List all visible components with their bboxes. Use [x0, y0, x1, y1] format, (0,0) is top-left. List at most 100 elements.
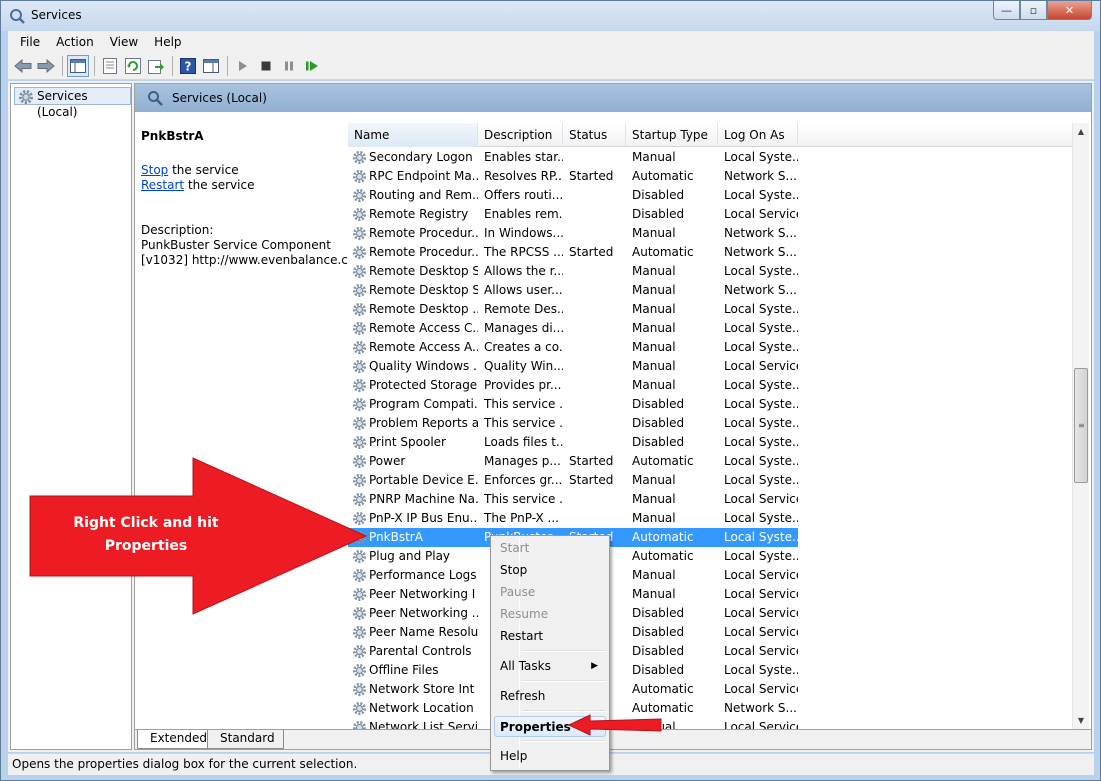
cell-status: [563, 148, 626, 167]
properties-button[interactable]: [99, 55, 121, 77]
cell-status: [563, 509, 626, 528]
scroll-up-arrow-icon[interactable]: ▲: [1073, 123, 1089, 140]
menu-file[interactable]: File: [12, 35, 48, 49]
close-button[interactable]: ✕: [1047, 1, 1092, 20]
table-row[interactable]: Program Compati... This service ... Disabl…: [348, 395, 1075, 414]
cell-name-text: Remote Registry: [369, 207, 469, 221]
pause-service-button[interactable]: [278, 55, 300, 77]
table-row[interactable]: Portable Device E... Enforces gr... Starte…: [348, 471, 1075, 490]
column-header-startup-type[interactable]: Startup Type: [626, 123, 718, 147]
menu-help[interactable]: Help: [146, 35, 189, 49]
cell-status: [563, 186, 626, 205]
cell-log-on-as: Network S...: [718, 699, 798, 718]
ctx-help[interactable]: Help: [494, 746, 606, 767]
properties-icon: [103, 58, 117, 74]
table-row[interactable]: Peer Name Resolu Disabled Local Service: [348, 623, 1075, 642]
cell-log-on-as: Local Service: [718, 642, 798, 661]
cell-startup-type: Disabled: [626, 642, 718, 661]
column-header-name[interactable]: Name: [348, 123, 478, 147]
ctx-pause[interactable]: Pause: [494, 582, 606, 603]
cell-status: [563, 338, 626, 357]
table-row[interactable]: RPC Endpoint Ma... Resolves RP... Started A…: [348, 167, 1075, 186]
tree-item-services-local[interactable]: Services (Local): [14, 87, 131, 119]
table-row[interactable]: PNRP Machine Na... This service ... Manual…: [348, 490, 1075, 509]
table-row[interactable]: Protected Storage Provides pr... Manual Loc…: [348, 376, 1075, 395]
tab-standard[interactable]: Standard: [207, 730, 284, 749]
table-row[interactable]: PnP-X IP Bus Enu... The PnP-X ... Manual Lo…: [348, 509, 1075, 528]
cell-log-on-as-text: Local Syste...: [724, 530, 798, 544]
table-row[interactable]: Performance Logs Manual Local Service: [348, 566, 1075, 585]
cell-log-on-as: Local Syste...: [718, 471, 798, 490]
table-row[interactable]: Quality Windows ... Quality Win... Manual L…: [348, 357, 1075, 376]
cell-description-text: Quality Win...: [484, 359, 563, 373]
show-hide-action-pane-button[interactable]: [200, 55, 222, 77]
cell-log-on-as-text: Network S...: [724, 245, 797, 259]
cell-status: [563, 300, 626, 319]
table-row[interactable]: Network Store Int Automatic Local Service: [348, 680, 1075, 699]
table-row[interactable]: Remote Access C... Manages di... Manual Loc…: [348, 319, 1075, 338]
menu-action[interactable]: Action: [48, 35, 102, 49]
cell-description-text: Enforces gr...: [484, 473, 563, 487]
table-row[interactable]: Offline Files Disabled Local Syste...: [348, 661, 1075, 680]
table-row[interactable]: Remote Registry Enables rem... Disabled Loc…: [348, 205, 1075, 224]
table-row[interactable]: PnkBstrAPunkBuster ...StartedAutomaticLo…: [348, 528, 1075, 547]
table-row[interactable]: Peer Networking I Manual Local Service: [348, 585, 1075, 604]
table-row[interactable]: Plug and Play Automatic Local Syste...: [348, 547, 1075, 566]
table-row[interactable]: Remote Desktop S... Allows the r... Manual…: [348, 262, 1075, 281]
table-row[interactable]: Power Manages p... Started Automatic Local S…: [348, 452, 1075, 471]
minimize-button[interactable]: —: [993, 1, 1020, 20]
column-header-log-on-as[interactable]: Log On As: [718, 123, 798, 147]
stop-service-link[interactable]: Stop: [141, 163, 168, 177]
pane-header: Services (Local): [135, 84, 1091, 112]
ctx-refresh[interactable]: Refresh: [494, 686, 606, 707]
cell-status: [563, 205, 626, 224]
forward-button[interactable]: [35, 55, 57, 77]
cell-description-text: Manages p...: [484, 454, 561, 468]
tab-extended[interactable]: Extended: [137, 730, 216, 749]
stop-service-button[interactable]: [255, 55, 277, 77]
table-row[interactable]: Parental Controls Disabled Local Service: [348, 642, 1075, 661]
table-row[interactable]: Network Location Automatic Network S...: [348, 699, 1075, 718]
table-row[interactable]: Print Spooler Loads files t... Disabled Loc…: [348, 433, 1075, 452]
scroll-down-arrow-icon[interactable]: ▼: [1073, 712, 1089, 729]
submenu-arrow-icon: ▶: [591, 661, 598, 671]
table-row[interactable]: Peer Networking ... Disabled Local Service: [348, 604, 1075, 623]
cell-startup-type-text: Manual: [632, 283, 676, 297]
ctx-start[interactable]: Start: [494, 538, 606, 559]
table-row[interactable]: Remote Desktop S... Allows user... Manual N…: [348, 281, 1075, 300]
cell-name: Network Store Int: [348, 680, 478, 699]
maximize-button[interactable]: ▫: [1020, 1, 1047, 20]
table-row[interactable]: Problem Reports a... This service ... Disa…: [348, 414, 1075, 433]
show-console-tree-button[interactable]: [67, 55, 89, 77]
menu-view[interactable]: View: [102, 35, 146, 49]
table-row[interactable]: Remote Procedur... The RPCSS ... Started Au…: [348, 243, 1075, 262]
ctx-restart[interactable]: Restart: [494, 626, 606, 647]
ctx-stop[interactable]: Stop: [494, 560, 606, 581]
title-bar[interactable]: Services — ▫ ✕: [1, 1, 1100, 31]
ctx-all-tasks[interactable]: All Tasks ▶: [494, 656, 606, 677]
table-row[interactable]: Network List ServiManualLocal Service: [348, 718, 1075, 729]
table-row[interactable]: Secondary Logon Enables star... Manual Loca…: [348, 148, 1075, 167]
vertical-scrollbar[interactable]: ▲ ≡ ▼: [1072, 123, 1089, 729]
refresh-button[interactable]: [122, 55, 144, 77]
back-button[interactable]: [12, 55, 34, 77]
table-row[interactable]: Remote Procedur... In Windows... Manual Net…: [348, 224, 1075, 243]
table-row[interactable]: Remote Access A... Creates a co... Manual L…: [348, 338, 1075, 357]
cell-status: [563, 490, 626, 509]
cell-log-on-as: Network S...: [718, 224, 798, 243]
column-header-description[interactable]: Description: [478, 123, 563, 147]
ctx-resume[interactable]: Resume: [494, 604, 606, 625]
restart-service-link[interactable]: Restart: [141, 178, 184, 192]
help-button[interactable]: ?: [177, 55, 199, 77]
restart-service-button[interactable]: [301, 55, 323, 77]
start-service-button[interactable]: [232, 55, 254, 77]
cell-description-text: In Windows...: [484, 226, 563, 240]
table-row[interactable]: Routing and Rem... Offers routi... Disable…: [348, 186, 1075, 205]
export-list-button[interactable]: [145, 55, 167, 77]
scrollbar-thumb[interactable]: ≡: [1074, 368, 1088, 483]
column-header-status[interactable]: Status: [563, 123, 626, 147]
table-row[interactable]: Remote Desktop ... Remote Des... Manual Loc…: [348, 300, 1075, 319]
cell-name-text: Remote Access C...: [369, 321, 478, 335]
cell-log-on-as-text: Network S...: [724, 226, 797, 240]
cell-name: Parental Controls: [348, 642, 478, 661]
